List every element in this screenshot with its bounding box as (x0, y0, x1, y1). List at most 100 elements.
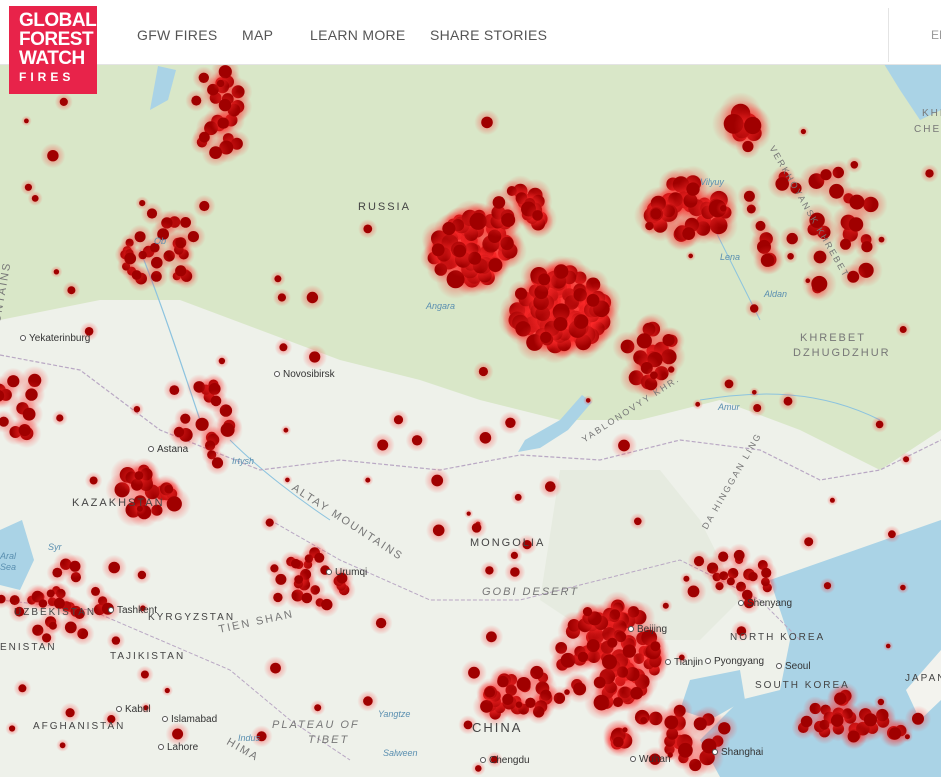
fire-marker[interactable] (813, 250, 827, 264)
fire-marker[interactable] (720, 205, 727, 212)
fire-marker[interactable] (840, 238, 851, 250)
fire-marker[interactable] (270, 662, 281, 674)
fire-marker[interactable] (804, 537, 814, 547)
fire-marker[interactable] (486, 631, 497, 643)
fire-marker[interactable] (124, 252, 137, 265)
fire-marker[interactable] (294, 575, 304, 584)
fire-marker[interactable] (683, 575, 690, 582)
fire-marker[interactable] (273, 592, 283, 603)
fire-marker[interactable] (755, 220, 766, 231)
fire-marker[interactable] (744, 116, 762, 135)
fire-marker[interactable] (640, 716, 648, 724)
fire-marker[interactable] (431, 474, 444, 487)
fire-marker[interactable] (111, 636, 121, 645)
fire-marker[interactable] (718, 551, 729, 562)
fire-marker[interactable] (525, 697, 536, 708)
fire-marker[interactable] (695, 401, 701, 407)
fire-marker[interactable] (492, 196, 506, 209)
fire-marker[interactable] (585, 398, 591, 403)
fire-marker[interactable] (532, 210, 543, 221)
fire-marker[interactable] (650, 371, 658, 380)
fire-marker[interactable] (46, 589, 55, 598)
fire-marker[interactable] (748, 571, 758, 582)
fire-marker[interactable] (279, 343, 288, 352)
fire-marker[interactable] (878, 236, 885, 243)
fire-marker[interactable] (220, 422, 235, 437)
nav-gfw-fires[interactable]: GFW FIRES (137, 27, 217, 43)
fire-marker[interactable] (151, 256, 163, 269)
fire-marker[interactable] (65, 708, 75, 718)
fire-marker[interactable] (481, 116, 493, 129)
fire-marker[interactable] (925, 169, 934, 178)
fire-marker[interactable] (847, 730, 860, 743)
fire-marker[interactable] (479, 432, 492, 444)
fire-marker[interactable] (622, 727, 628, 733)
fire-marker[interactable] (283, 427, 289, 433)
fire-marker[interactable] (800, 128, 807, 135)
fire-marker[interactable] (363, 224, 373, 234)
fire-marker[interactable] (7, 375, 20, 388)
fire-marker[interactable] (172, 728, 184, 740)
fire-marker[interactable] (89, 476, 98, 485)
fire-marker[interactable] (849, 194, 865, 210)
fire-marker[interactable] (682, 227, 696, 241)
fire-marker[interactable] (613, 697, 623, 708)
fire-marker[interactable] (800, 715, 813, 728)
fire-marker[interactable] (577, 651, 589, 663)
fire-marker[interactable] (750, 304, 759, 313)
fire-marker[interactable] (693, 556, 705, 567)
fire-marker[interactable] (515, 701, 523, 708)
fire-marker[interactable] (885, 643, 891, 649)
fire-marker[interactable] (636, 333, 652, 349)
fire-marker[interactable] (277, 293, 286, 302)
fire-marker[interactable] (743, 190, 755, 202)
fire-marker[interactable] (786, 232, 798, 245)
fire-marker[interactable] (363, 696, 373, 706)
fire-marker[interactable] (475, 765, 482, 772)
language-selector[interactable]: EN (888, 8, 941, 62)
fire-marker[interactable] (553, 317, 568, 331)
fire-marker[interactable] (195, 417, 209, 431)
fire-marker[interactable] (662, 334, 675, 347)
fire-marker[interactable] (688, 253, 693, 259)
fire-marker[interactable] (285, 477, 290, 483)
fire-marker[interactable] (650, 208, 662, 220)
fire-marker[interactable] (199, 131, 210, 143)
fire-marker[interactable] (265, 518, 274, 527)
fire-marker[interactable] (582, 607, 593, 617)
fire-marker[interactable] (314, 704, 322, 712)
fire-marker[interactable] (618, 439, 630, 452)
fire-marker[interactable] (59, 97, 68, 106)
fire-marker[interactable] (850, 161, 859, 169)
fire-marker[interactable] (18, 684, 27, 693)
fire-map[interactable]: RUSSIA KAZAKHSTAN MONGOLIA CHINA NORTH K… (0, 64, 941, 777)
fire-marker[interactable] (829, 497, 835, 503)
fire-marker[interactable] (191, 95, 202, 106)
fire-marker[interactable] (321, 598, 333, 611)
fire-marker[interactable] (668, 366, 675, 373)
fire-marker[interactable] (69, 560, 81, 572)
fire-marker[interactable] (515, 287, 528, 300)
fire-marker[interactable] (164, 687, 170, 694)
fire-marker[interactable] (47, 150, 59, 162)
fire-marker[interactable] (613, 736, 624, 748)
fire-marker[interactable] (24, 183, 32, 191)
nav-learn-more[interactable]: LEARN MORE (310, 27, 406, 43)
fire-marker[interactable] (823, 582, 832, 590)
fire-marker[interactable] (274, 275, 282, 283)
fire-marker[interactable] (411, 435, 423, 446)
fire-marker[interactable] (471, 523, 482, 533)
fire-marker[interactable] (301, 592, 313, 604)
fire-marker[interactable] (875, 420, 884, 429)
fire-marker[interactable] (760, 253, 775, 267)
fire-marker[interactable] (820, 169, 832, 181)
fire-marker[interactable] (564, 689, 570, 695)
fire-marker[interactable] (67, 286, 76, 295)
fire-marker[interactable] (664, 715, 679, 730)
fire-marker[interactable] (516, 677, 531, 691)
fire-marker[interactable] (453, 244, 467, 258)
fire-marker[interactable] (211, 457, 224, 469)
fire-marker[interactable] (830, 714, 844, 727)
fire-marker[interactable] (545, 481, 556, 492)
fire-marker[interactable] (863, 713, 878, 727)
